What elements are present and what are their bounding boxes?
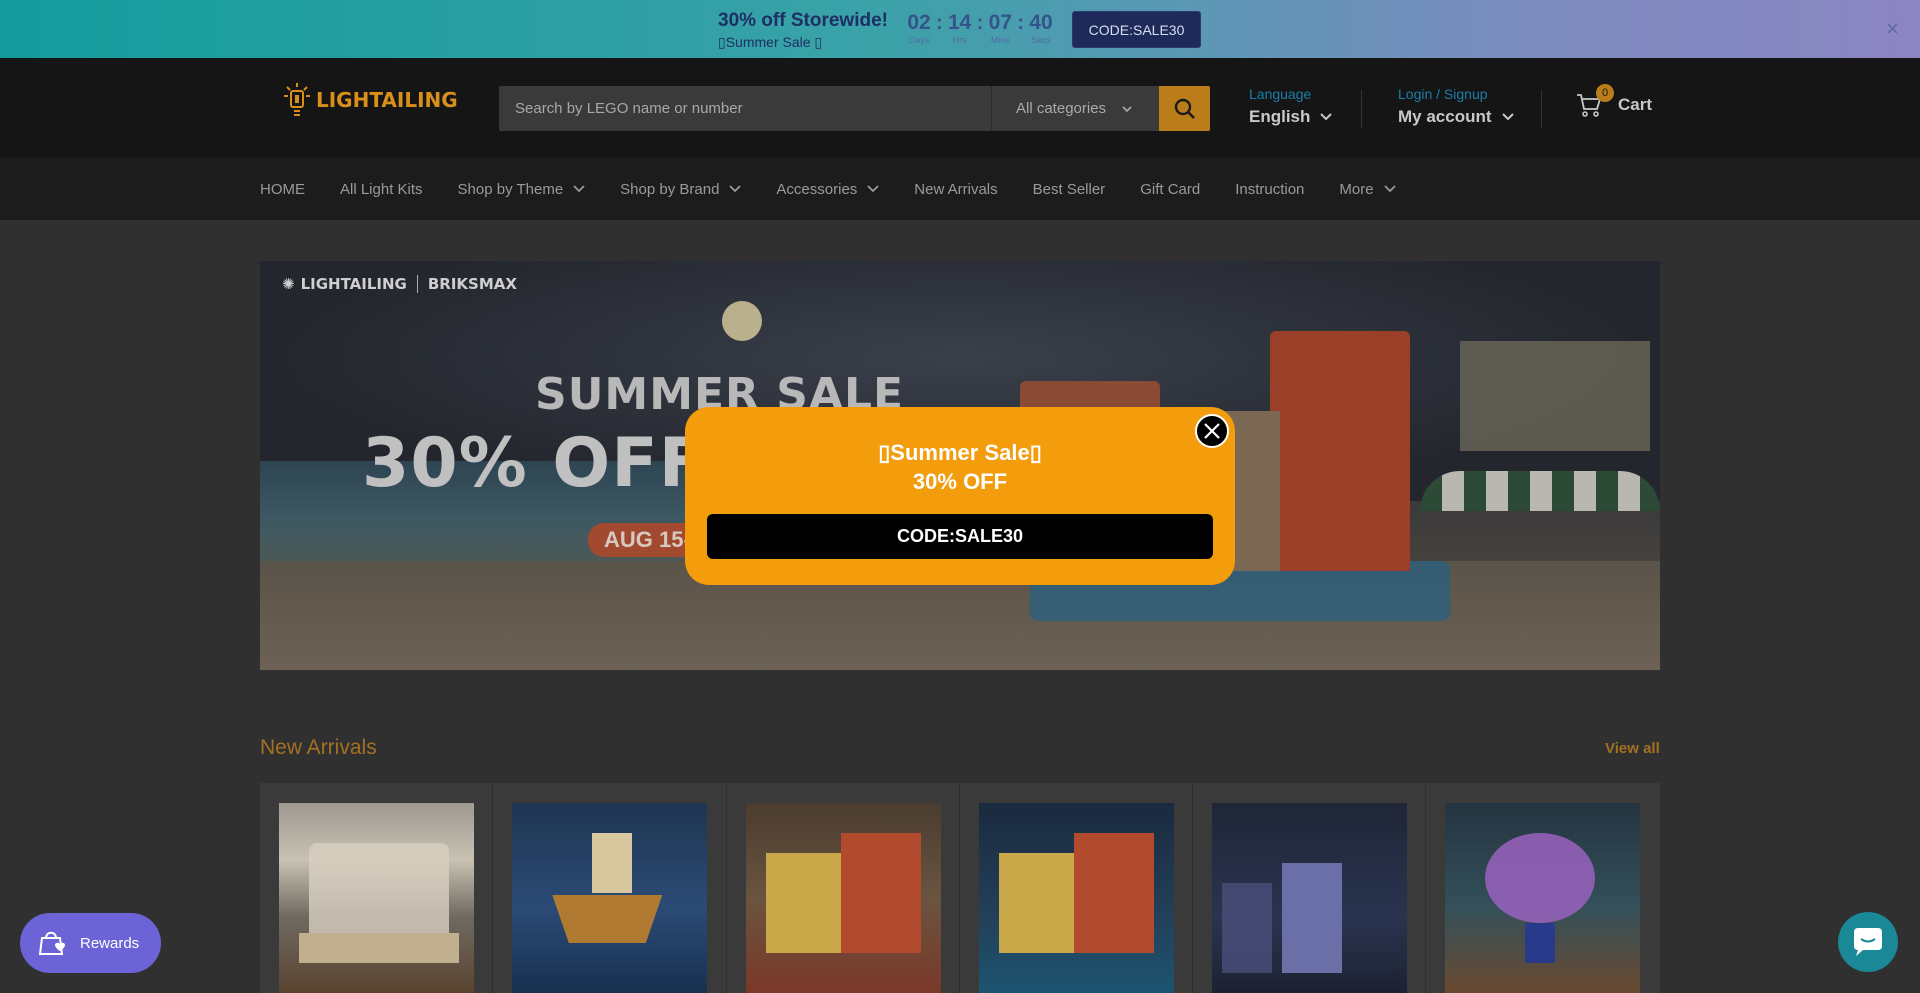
site-header: LIGHTAILING All categories Language Engl… [0, 58, 1920, 158]
view-all-link[interactable]: View all [1605, 740, 1660, 757]
market-awning [1420, 471, 1660, 511]
search-button[interactable] [1159, 86, 1210, 131]
nav-item-more[interactable]: More [1339, 181, 1396, 198]
bulb-icon [284, 83, 310, 116]
category-select-label: All categories [1016, 100, 1107, 117]
close-icon[interactable]: × [1886, 16, 1899, 42]
category-select[interactable]: All categories [991, 86, 1159, 131]
product-card[interactable] [727, 783, 960, 993]
language-value: English [1249, 107, 1311, 126]
chevron-down-icon [729, 185, 742, 193]
nav-item-shop-by-brand[interactable]: Shop by Brand [620, 181, 742, 198]
announcement-title: 30% off Storewide! [718, 10, 888, 31]
chat-icon [1854, 928, 1882, 956]
product-image[interactable] [512, 803, 708, 993]
countdown-timer: 02 Days : 14 Hrs : 07 Mins : 40 Secs [904, 11, 1056, 46]
login-signup-link[interactable]: Login / Signup [1398, 86, 1514, 102]
announcement-bar: 30% off Storewide! ▯Summer Sale ▯ 02 Day… [0, 0, 1920, 58]
nav-item-gift-card[interactable]: Gift Card [1140, 181, 1200, 198]
chevron-down-icon [573, 185, 585, 193]
account-menu[interactable]: Login / Signup My account [1398, 86, 1514, 127]
product-card[interactable] [493, 783, 727, 993]
product-grid [260, 783, 1660, 993]
divider [1361, 90, 1362, 128]
chevron-down-icon [1383, 185, 1396, 193]
hero-brand-left: LIGHTAILING [300, 275, 407, 293]
countdown-seconds: 40 Secs [1029, 11, 1053, 46]
search-bar: All categories [499, 86, 1210, 131]
announcement-subtitle: ▯Summer Sale ▯ [718, 34, 823, 50]
chat-button[interactable] [1838, 912, 1898, 972]
chevron-down-icon [1122, 105, 1132, 112]
nav-item-best-seller[interactable]: Best Seller [1033, 181, 1106, 198]
promo-popup: ▯Summer Sale▯ 30% OFF CODE:SALE30 [685, 407, 1235, 585]
announcement-text: 30% off Storewide! ▯Summer Sale ▯ [718, 10, 888, 51]
product-card[interactable] [1426, 783, 1659, 993]
countdown-hours: 14 Hrs [947, 11, 972, 46]
language-selector[interactable]: Language English [1249, 86, 1333, 127]
chevron-down-icon [1501, 113, 1514, 121]
nav-item-home[interactable]: HOME [260, 181, 305, 198]
countdown-minutes: 07 Mins [988, 11, 1013, 46]
cart-label: Cart [1618, 95, 1653, 114]
language-label: Language [1249, 86, 1312, 102]
product-card[interactable] [260, 783, 494, 993]
cart-count-badge: 0 [1596, 84, 1614, 102]
nav-item-all-light-kits[interactable]: All Light Kits [340, 181, 423, 198]
product-image[interactable] [745, 803, 941, 993]
moon-image [722, 301, 762, 341]
nav-item-accessories[interactable]: Accessories [776, 181, 879, 198]
product-card[interactable] [960, 783, 1194, 993]
close-icon [1204, 423, 1220, 439]
main-nav: HOME All Light Kits Shop by Theme Shop b… [0, 158, 1920, 220]
background-houses [1460, 341, 1650, 451]
cart-button[interactable]: 0 Cart [1576, 84, 1653, 118]
rewards-label: Rewards [80, 934, 140, 952]
product-image[interactable] [279, 803, 474, 993]
logo-text: LIGHTAILING [316, 88, 458, 112]
popup-title: ▯Summer Sale▯ [878, 440, 1042, 465]
product-image[interactable] [978, 803, 1174, 993]
chevron-down-icon [1320, 113, 1333, 121]
chevron-down-icon [867, 185, 879, 193]
hero-brand-right: BRIKSMAX [427, 275, 517, 293]
rewards-button[interactable]: Rewards [20, 913, 161, 973]
product-card[interactable] [1193, 783, 1427, 993]
lego-building-right [1270, 331, 1410, 571]
divider [1541, 90, 1542, 128]
account-value: My account [1398, 107, 1492, 126]
nav-item-instruction[interactable]: Instruction [1235, 181, 1304, 198]
nav-item-new-arrivals[interactable]: New Arrivals [914, 181, 997, 198]
nav-item-shop-by-theme[interactable]: Shop by Theme [458, 181, 586, 198]
popup-code-button[interactable]: CODE:SALE30 [707, 514, 1213, 559]
search-icon [1174, 98, 1195, 119]
hero-brand-logos: ✺ LIGHTAILING BRIKSMAX [282, 275, 517, 293]
discount-code-button[interactable]: CODE:SALE30 [1072, 11, 1201, 48]
section-title: New Arrivals [260, 736, 377, 759]
site-logo[interactable]: LIGHTAILING [284, 82, 458, 118]
countdown-days: 02 Days [907, 11, 931, 46]
search-input[interactable] [499, 86, 991, 131]
bulb-icon: ✺ [282, 275, 295, 293]
gift-bag-icon [38, 931, 65, 955]
product-image[interactable] [1445, 803, 1641, 993]
popup-discount: 30% OFF [912, 469, 1008, 494]
product-image[interactable] [1212, 803, 1408, 993]
